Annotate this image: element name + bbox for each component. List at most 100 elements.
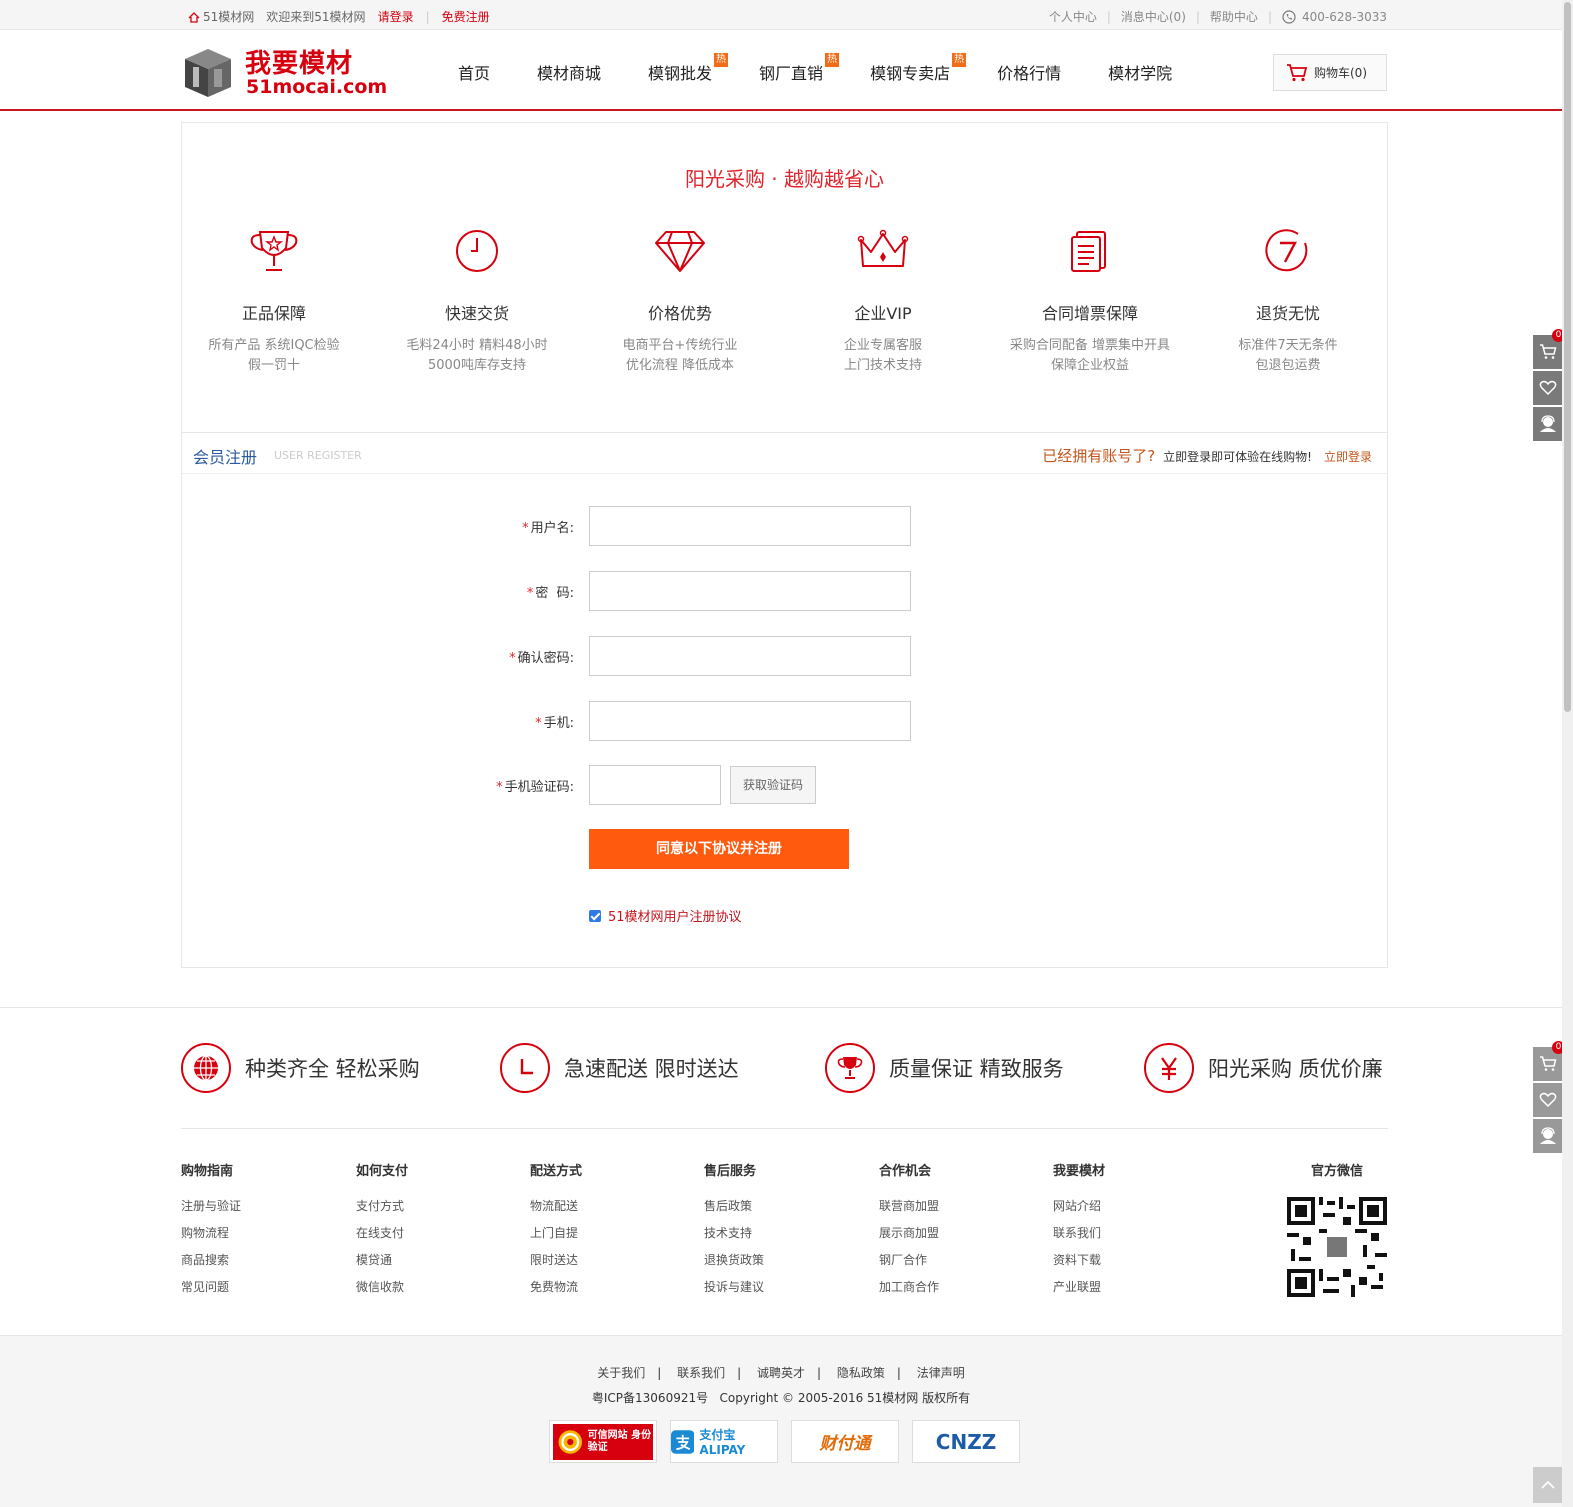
nav-home[interactable]: 首页: [458, 60, 490, 84]
register-link[interactable]: 免费注册: [442, 8, 490, 25]
agreement-row: 51模材网用户注册协议: [589, 906, 742, 925]
trust-badges: 可信网站 身份验证 支付宝 ALIPAY 财付通 CNZZ: [549, 1420, 1033, 1463]
bottom-link-contact[interactable]: 联系我们: [677, 1366, 725, 1380]
have-account-desc: 立即登录即可体验在线购物!: [1163, 450, 1312, 464]
globe-icon: [194, 1055, 218, 1081]
top-bar: 51模材网 欢迎来到51模材网 请登录 | 免费注册 个人中心 | 消息中心(0…: [0, 0, 1562, 30]
footer-link[interactable]: 购物流程: [181, 1220, 331, 1247]
trusted-site-icon: [558, 1429, 583, 1454]
phone-label: * 手机:: [535, 716, 574, 731]
footer-link[interactable]: 商品搜索: [181, 1247, 331, 1274]
nav-academy[interactable]: 模材学院: [1108, 60, 1172, 84]
main-nav: 首页 模材商城 模钢批发热 钢厂直销热 模钢专卖店热 价格行情 模材学院: [440, 53, 1172, 84]
trusted-site-badge[interactable]: 可信网站 身份验证: [549, 1420, 657, 1463]
nav-wholesale[interactable]: 模钢批发热: [648, 53, 729, 84]
bottom-link-legal[interactable]: 法律声明: [917, 1366, 965, 1380]
service-item: 急速配送 限时送达: [500, 1043, 739, 1093]
nav-store[interactable]: 模钢专卖店热: [870, 53, 967, 84]
nav-factory[interactable]: 钢厂直销热: [759, 53, 840, 84]
sms-code-input[interactable]: [589, 765, 721, 805]
back-to-top-button[interactable]: [1533, 1467, 1563, 1503]
clock-icon: [520, 1059, 533, 1075]
heart-icon: [1539, 1092, 1557, 1108]
help-center-link[interactable]: 帮助中心: [1210, 8, 1258, 25]
alipay-icon: [671, 1429, 695, 1454]
service-item: 阳光采购 质优价廉: [1144, 1043, 1383, 1093]
footer-link[interactable]: 物流配送: [530, 1193, 680, 1220]
username-input[interactable]: [589, 506, 911, 546]
agreement-checkbox[interactable]: [589, 909, 601, 922]
side-favorite-button[interactable]: [1533, 371, 1563, 405]
divider: [181, 1128, 1388, 1129]
tenpay-badge[interactable]: 财付通: [791, 1420, 899, 1463]
footer-link[interactable]: 加工商合作: [879, 1274, 1029, 1301]
footer-link[interactable]: 产业联盟: [1053, 1274, 1203, 1301]
footer-link[interactable]: 展示商加盟: [879, 1220, 1029, 1247]
feature-title: 合同增票保障: [1041, 304, 1138, 323]
nav-price[interactable]: 价格行情: [997, 60, 1061, 84]
message-center-link[interactable]: 消息中心(0): [1121, 8, 1186, 25]
footer-link[interactable]: 售后政策: [704, 1193, 854, 1220]
register-submit-button[interactable]: 同意以下协议并注册: [589, 829, 849, 869]
confirm-password-label: * 确认密码:: [509, 651, 574, 666]
footer-link[interactable]: 退换货政策: [704, 1247, 854, 1274]
bottom-bar: 关于我们 | 联系我们 | 诚聘英才 | 隐私政策 | 法律声明 粤ICP备130609…: [0, 1335, 1562, 1507]
password-input[interactable]: [589, 571, 911, 611]
site-link[interactable]: 51模材网: [203, 8, 254, 25]
scrollbar-thumb[interactable]: [1564, 2, 1571, 712]
footer-link[interactable]: 联系我们: [1053, 1220, 1203, 1247]
side-service-button[interactable]: [1533, 407, 1563, 441]
footer-link[interactable]: 常见问题: [181, 1274, 331, 1301]
cnzz-badge[interactable]: CNZZ: [912, 1420, 1020, 1463]
footer-link[interactable]: 支付方式: [356, 1193, 506, 1220]
nav-mall[interactable]: 模材商城: [537, 60, 601, 84]
side-cart-button[interactable]: 0: [1533, 1041, 1565, 1081]
qr-code-icon: [1287, 1197, 1387, 1297]
login-now-link[interactable]: 立即登录: [1324, 448, 1372, 465]
bottom-link-about[interactable]: 关于我们: [597, 1366, 645, 1380]
side-cart-button[interactable]: 0: [1533, 329, 1565, 369]
diamond-icon: [655, 231, 705, 272]
footer-link[interactable]: 技术支持: [704, 1220, 854, 1247]
feature-item: 合同增票保障 采购合同配备 增票集中开具 保障企业权益: [990, 228, 1190, 376]
footer-link[interactable]: 模贷通: [356, 1247, 506, 1274]
feature-desc: 5000吨库存支持: [427, 358, 527, 373]
scrollbar[interactable]: [1562, 0, 1573, 1507]
cart-button[interactable]: 购物车(0): [1273, 54, 1387, 91]
footer-column-title: 我要模材: [1053, 1164, 1106, 1179]
phone-input[interactable]: [589, 701, 911, 741]
service-item: 种类齐全 轻松采购: [181, 1043, 420, 1093]
header: 我要模材 51mocai.com 首页 模材商城 模钢批发热 钢厂直销热 模钢专…: [0, 30, 1562, 111]
footer-link[interactable]: 网站介绍: [1053, 1193, 1203, 1220]
feature-item: 正品保障 所有产品 系统IQC检验 假一罚十: [174, 228, 374, 376]
footer-link[interactable]: 免费物流: [530, 1274, 680, 1301]
login-link[interactable]: 请登录: [378, 8, 414, 25]
nav-factory-label: 钢厂直销: [759, 64, 824, 83]
bottom-links: 关于我们 | 联系我们 | 诚聘英才 | 隐私政策 | 法律声明: [597, 1366, 965, 1380]
trophy-icon: [837, 1057, 863, 1079]
confirm-password-input[interactable]: [589, 636, 911, 676]
footer-link[interactable]: 注册与验证: [181, 1193, 331, 1220]
footer-link[interactable]: 投诉与建议: [704, 1274, 854, 1301]
footer-link[interactable]: 微信收款: [356, 1274, 506, 1301]
footer-link[interactable]: 资料下载: [1053, 1247, 1203, 1274]
user-center-link[interactable]: 个人中心: [1049, 8, 1097, 25]
logo[interactable]: 我要模材 51mocai.com: [181, 43, 387, 99]
side-favorite-button[interactable]: [1533, 1083, 1563, 1117]
register-title: 会员注册: [193, 448, 258, 467]
side-service-button[interactable]: [1533, 1119, 1563, 1153]
service-label: 阳光采购 质优价廉: [1208, 1057, 1383, 1081]
get-code-button[interactable]: 获取验证码: [730, 766, 816, 804]
agreement-link[interactable]: 51模材网用户注册协议: [608, 906, 742, 925]
footer-link[interactable]: 钢厂合作: [879, 1247, 1029, 1274]
footer-link[interactable]: 联营商加盟: [879, 1193, 1029, 1220]
footer-column-title: 售后服务: [704, 1164, 757, 1179]
bottom-link-privacy[interactable]: 隐私政策: [837, 1366, 885, 1380]
service-label: 质量保证 精致服务: [889, 1057, 1064, 1081]
bottom-link-jobs[interactable]: 诚聘英才: [757, 1366, 805, 1380]
divider: [0, 1007, 1562, 1008]
footer-link[interactable]: 限时送达: [530, 1247, 680, 1274]
alipay-badge[interactable]: 支付宝 ALIPAY: [670, 1420, 778, 1463]
footer-link[interactable]: 在线支付: [356, 1220, 506, 1247]
footer-link[interactable]: 上门自提: [530, 1220, 680, 1247]
